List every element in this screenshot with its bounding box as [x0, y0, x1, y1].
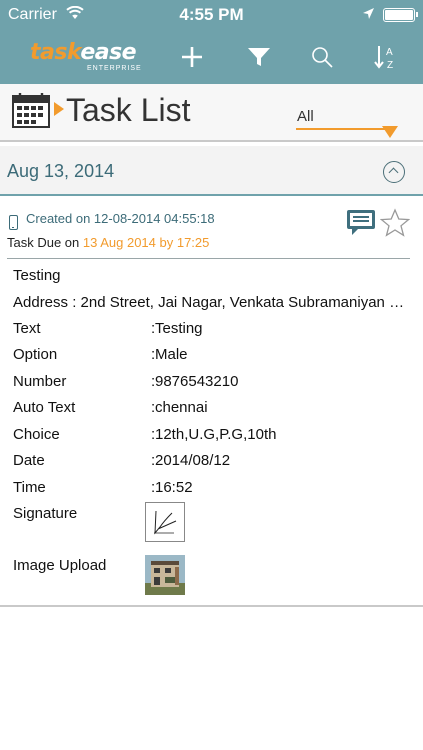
add-task-button[interactable]: [172, 38, 212, 76]
field-label: Signature: [13, 505, 78, 522]
task-card[interactable]: Created on 12-08-2014 04:55:18 Task Due …: [0, 200, 423, 607]
due-prefix: Task Due on: [7, 235, 83, 250]
mobile-device-icon: [9, 215, 18, 230]
field-label: Text: [13, 320, 41, 337]
field-label: Option: [13, 346, 58, 363]
status-filter-dropdown[interactable]: All: [296, 106, 400, 138]
filter-icon: [247, 45, 271, 69]
field-value: Male: [155, 346, 188, 363]
logo-part-task: task: [30, 40, 81, 65]
task-name: Testing: [13, 267, 61, 284]
status-bar: Carrier 4:55 PM: [0, 0, 423, 30]
taskease-logo: taskease ENTERPRISE: [30, 40, 142, 72]
title-bar: Task List All: [0, 84, 423, 142]
field-value: 2014/08/12: [155, 452, 231, 469]
field-label: Image Upload: [13, 557, 107, 574]
section-date: Aug 13, 2014: [7, 161, 115, 181]
field-value: Testing: [155, 320, 203, 337]
logo-subtitle: ENTERPRISE: [87, 65, 142, 72]
plus-icon: [180, 45, 204, 69]
favorite-star-icon[interactable]: [379, 208, 411, 243]
comment-icon[interactable]: [346, 208, 376, 243]
logo-wordmark: taskease: [30, 40, 137, 65]
sort-az-button[interactable]: AZ: [367, 38, 407, 76]
search-icon: [310, 45, 334, 69]
filter-selected-value: All: [297, 108, 314, 125]
task-address: Address : 2nd Street, Jai Nagar, Venkata…: [13, 294, 410, 311]
task-due: Task Due on 13 Aug 2014 by 17:25: [7, 235, 209, 250]
field-label: Number: [13, 373, 67, 390]
field-value: chennai: [155, 399, 208, 416]
filter-button[interactable]: [239, 38, 279, 76]
date-section-header[interactable]: Aug 13, 2014: [0, 146, 423, 196]
svg-text:A: A: [386, 47, 393, 58]
due-date: 13 Aug 2014 by 17:25: [82, 235, 210, 250]
title-arrow-icon: [54, 102, 64, 116]
field-label: Choice: [13, 426, 60, 443]
uploaded-image-thumbnail[interactable]: [145, 555, 185, 595]
sort-az-icon: AZ: [374, 44, 400, 70]
app-toolbar: taskease ENTERPRISE AZ: [0, 30, 423, 84]
created-timestamp: Created on 12-08-2014 04:55:18: [26, 211, 215, 226]
collapse-chevron-icon[interactable]: [383, 161, 405, 183]
svg-text:Z: Z: [387, 60, 393, 70]
search-button[interactable]: [302, 38, 342, 76]
dropdown-underline: [296, 128, 388, 130]
field-label: Auto Text: [13, 399, 76, 416]
field-value: 9876543210: [155, 373, 239, 390]
field-label: Time: [13, 479, 46, 496]
field-label: Date: [13, 452, 45, 469]
location-arrow-icon: [362, 7, 375, 25]
battery-icon: [383, 8, 418, 22]
clock-time: 4:55 PM: [179, 5, 244, 24]
logo-part-ease: ease: [80, 40, 137, 65]
field-value: 12th,U.G,P.G,10th: [155, 426, 277, 443]
card-divider: [7, 258, 410, 259]
page-title: Task List: [66, 92, 191, 128]
signature-image[interactable]: [145, 502, 185, 542]
dropdown-caret-icon: [382, 126, 398, 138]
calendar-icon: [12, 92, 50, 133]
field-value: 16:52: [155, 479, 193, 496]
